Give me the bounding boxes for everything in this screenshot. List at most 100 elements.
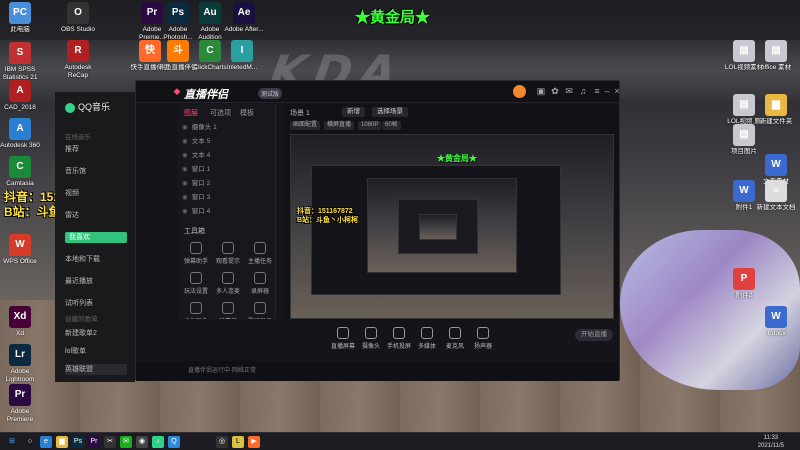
desktop-right-icon-9[interactable]: W 1.docx <box>756 306 796 338</box>
qqmusic-nav-item[interactable]: 推荐 <box>65 144 127 155</box>
layer-row[interactable]: ◉ 文本 5 <box>182 136 270 147</box>
explorer-icon[interactable]: ▆ <box>56 436 68 448</box>
preview-promo: 抖音：151167872 B站：斗鱼丶小柯柯 <box>297 207 358 225</box>
desktop-left-icon-7[interactable]: Lr Adobe Lightroom <box>0 344 40 384</box>
start-menu-icon[interactable]: ⊞ <box>6 436 18 448</box>
desktop-top-icon-4[interactable]: Ae Adobe After... <box>224 2 264 34</box>
close-icon[interactable]: × <box>612 86 622 96</box>
desktop-top-icon-0[interactable]: O OBS Studio <box>58 2 98 34</box>
layer-row[interactable]: ◉ 窗口 1 <box>182 164 270 175</box>
eye-icon[interactable]: ◉ <box>182 164 190 175</box>
layer-row[interactable]: ◉ 文本 4 <box>182 150 270 161</box>
control-camera[interactable]: 摄像头 <box>356 327 386 350</box>
desktop-left-icon-2[interactable]: A CAD_2018 <box>0 80 40 112</box>
control-speaker[interactable]: 扬声器 <box>468 327 498 350</box>
qqmusic-playlist-item[interactable]: 英雄联盟 <box>65 364 127 375</box>
desktop-left-icon-8[interactable]: Pr Adobe Premiere <box>0 384 40 424</box>
desktop-right-icon-1[interactable]: ▤ office 素材 <box>756 40 796 72</box>
layer-row[interactable]: ◉ 窗口 2 <box>182 178 270 189</box>
eye-icon[interactable]: ◉ <box>182 122 190 133</box>
qqmusic-nav-item[interactable]: 本地和下载 <box>65 254 127 265</box>
eye-icon[interactable]: ◉ <box>182 192 190 203</box>
store-icon[interactable]: ▣ <box>536 86 546 96</box>
control-mic[interactable]: 麦克风 <box>440 327 470 350</box>
layer-row[interactable]: ◉ 摄像头 1 <box>182 122 270 133</box>
taskbar-clock[interactable]: 11:33 2021/11/5 <box>758 434 784 450</box>
desktop-top-icon-5[interactable]: R Autodesk ReCap <box>58 40 98 80</box>
control-monitor[interactable]: 直播屏幕 <box>328 327 358 350</box>
desktop-left-icon-3[interactable]: A Autodesk 360 <box>0 118 40 150</box>
tool-item[interactable]: 玩法设置 <box>182 272 210 295</box>
clock-time: 11:33 <box>763 435 779 441</box>
qqmusic-playlist-item[interactable]: 新建歌单2 <box>65 328 127 339</box>
scene-select-button[interactable]: 选择场景 <box>372 107 408 117</box>
qqmusic-playlist-item[interactable]: lol歌单 <box>65 346 127 357</box>
clock-date: 2021/11/5 <box>757 443 784 449</box>
gift-icon[interactable]: ✿ <box>550 86 560 96</box>
desktop-left-icon-6[interactable]: Xd Xd <box>0 306 40 338</box>
qqmusic-nav-item[interactable]: 最近播放 <box>65 276 127 287</box>
eye-icon[interactable]: ◉ <box>182 136 190 147</box>
qqmusic-window[interactable]: QQ音乐 在线音乐 推荐 音乐馆 视频 雷达 我喜欢 本地和下载 最近播放 试听列表 创建的歌… <box>55 92 135 382</box>
qqmusic-nav-item[interactable]: 视频 <box>65 188 127 199</box>
desktop-top-icon-9[interactable]: I InletedM... <box>222 40 262 72</box>
tool-item[interactable]: 录屏器 <box>246 272 274 295</box>
qqmusic-nav-item[interactable]: 音乐馆 <box>65 166 127 177</box>
tab-options[interactable]: 可选项 <box>210 108 231 118</box>
stream-app-window[interactable]: ◆ 直播伴侣 测试版 ▣ ✿ ✉ ♫ ≡ – × 图层 可选项 模板 ◉ 摄像头… <box>135 80 622 381</box>
desktop-left-icon-5[interactable]: W WPS Office <box>0 234 40 266</box>
stream-logo-icon: ◆ <box>173 86 181 96</box>
scene-tab[interactable]: 场景 1 <box>290 108 310 118</box>
qqmusic-taskbar-icon[interactable]: ♪ <box>152 436 164 448</box>
search-icon[interactable]: ○ <box>24 436 36 448</box>
obs-taskbar-icon[interactable]: ◎ <box>216 436 228 448</box>
tab-layers[interactable]: 图层 <box>184 108 198 118</box>
tool-item[interactable]: 主播任务 <box>246 242 274 265</box>
bell-icon[interactable]: ♫ <box>578 86 588 96</box>
capcut-icon[interactable]: ✂ <box>104 436 116 448</box>
layer-row[interactable]: ◉ 窗口 4 <box>182 206 270 217</box>
mode-chip-fps[interactable]: 60帧 <box>382 121 401 130</box>
qq-icon[interactable]: Q <box>168 436 180 448</box>
desktop-left-icon-4[interactable]: C Camtasia <box>0 156 40 188</box>
desktop-right-icon-3[interactable]: ▆ 新建文件夹 <box>756 94 796 126</box>
mode-chip-orientation[interactable]: 横屏直播 <box>324 121 355 130</box>
mode-chip-config[interactable]: 画面配置 <box>290 121 321 130</box>
mail-icon[interactable]: ✉ <box>564 86 574 96</box>
tool-item[interactable]: 观看提示 <box>214 242 242 265</box>
tool-item[interactable]: 弹幕助手 <box>182 242 210 265</box>
qqmusic-nav-item[interactable]: 雷达 <box>65 210 127 221</box>
edge-icon[interactable]: e <box>40 436 52 448</box>
speaker-icon <box>477 327 489 339</box>
avatar[interactable] <box>513 85 526 98</box>
mode-chip-resolution[interactable]: 1080P <box>358 121 382 130</box>
status-bar: 直播伴侣运行中·网络正常 <box>136 361 619 381</box>
minimize-icon[interactable]: – <box>602 86 612 96</box>
control-phone[interactable]: 手机投屏 <box>384 327 414 350</box>
layer-row[interactable]: ◉ 窗口 3 <box>182 192 270 203</box>
desktop-right-icon-7[interactable]: ≡ 新建文本文档 <box>756 180 796 212</box>
wechat-icon[interactable]: ✉ <box>120 436 132 448</box>
app-icon[interactable]: ◉ <box>136 436 148 448</box>
qqmusic-nav-item[interactable]: 试听列表 <box>65 298 127 309</box>
preview-canvas[interactable]: ★黄金局★ 抖音：151167872 B站：斗鱼丶小柯柯 <box>290 134 614 319</box>
lol-taskbar-icon[interactable]: L <box>232 436 244 448</box>
tab-templates[interactable]: 模板 <box>240 108 254 118</box>
desktop-app-icon: W <box>733 180 755 202</box>
eye-icon[interactable]: ◉ <box>182 150 190 161</box>
control-media[interactable]: 多媒体 <box>412 327 442 350</box>
stream-taskbar-icon[interactable]: ▶ <box>248 436 260 448</box>
tool-item[interactable]: 多人连麦 <box>214 272 242 295</box>
premiere-icon[interactable]: Pr <box>88 436 100 448</box>
desktop-right-icon-4[interactable]: ▤ 项目图片 <box>724 124 764 156</box>
desktop-left-icon-1[interactable]: S IBM SPSS Statistics 21 <box>0 42 40 82</box>
start-live-button[interactable]: 开始直播 <box>575 329 613 341</box>
photoshop-icon[interactable]: Ps <box>72 436 84 448</box>
desktop-left-icon-0[interactable]: PC 此电脑 <box>0 2 40 34</box>
qqmusic-nav-item[interactable]: 我喜欢 <box>65 232 127 243</box>
eye-icon[interactable]: ◉ <box>182 206 190 217</box>
desktop-right-icon-8[interactable]: P 附件2 <box>724 268 764 300</box>
eye-icon[interactable]: ◉ <box>182 178 190 189</box>
menu-icon[interactable]: ≡ <box>592 86 602 96</box>
scene-add-button[interactable]: 新增 <box>342 107 365 117</box>
